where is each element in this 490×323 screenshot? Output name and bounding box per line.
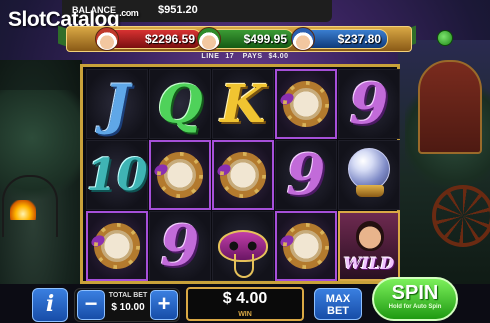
tambourine-icon — [94, 223, 140, 269]
line-pays-info: LINE 17 PAYS $4.00 — [201, 53, 289, 60]
total-bet-label: TOTAL BET — [108, 292, 148, 299]
total-bet-value: $ 10.00 — [111, 302, 145, 313]
win-label: WIN — [238, 311, 252, 318]
symbol-j: J — [104, 72, 130, 136]
settings-dot-icon[interactable] — [437, 30, 453, 46]
info-button[interactable]: i — [32, 288, 68, 322]
spin-label: SPIN — [391, 282, 439, 304]
tambourine-icon — [157, 152, 203, 198]
symbol-k: K — [220, 73, 266, 135]
jackpot-blue-value: $237.80 — [337, 32, 381, 46]
symbol-q: Q — [157, 73, 203, 135]
max-bet-button[interactable]: MAX BET — [314, 288, 362, 320]
reel-1-row-3 — [86, 211, 148, 281]
symbol-9: 9 — [349, 71, 389, 137]
bet-increase-button[interactable]: + — [150, 290, 178, 320]
gypsy-wagon — [418, 60, 482, 154]
auto-spin-hint: Hold for Auto Spin — [388, 304, 442, 310]
mask-icon — [218, 230, 268, 278]
gnome-red-icon — [95, 27, 119, 51]
win-value: $ 4.00 — [222, 290, 268, 307]
reel-3-row-2 — [212, 140, 274, 210]
reel-4-row-1 — [275, 69, 337, 139]
jackpot-green: $499.95 — [197, 27, 294, 51]
jackpot-red: $2296.59 — [95, 27, 202, 51]
symbol-10: 10 — [86, 149, 148, 201]
reel-5-row-2 — [338, 140, 400, 210]
reel-1-row-1: J — [86, 69, 148, 139]
tambourine-icon — [220, 152, 266, 198]
gnome-blue-icon — [291, 27, 315, 51]
reel-5-row-1: 9 — [338, 69, 400, 139]
crystal-ball-stand — [356, 185, 384, 197]
reel-5-row-3-wild: WILD — [338, 211, 400, 281]
symbol-9: 9 — [160, 213, 200, 279]
bet-decrease-button[interactable]: − — [77, 290, 105, 320]
reel-2-row-2 — [149, 140, 211, 210]
symbol-9: 9 — [286, 142, 326, 208]
reel-grid: J 10 Q 9 K 9 9 WILD — [80, 64, 400, 284]
reel-2-row-1: Q — [149, 69, 211, 139]
jackpot-green-value: $499.95 — [243, 32, 287, 46]
wagon-wheel — [432, 185, 490, 247]
wild-label: WILD — [343, 254, 395, 273]
reel-3-row-1: K — [212, 69, 274, 139]
tambourine-icon — [283, 223, 329, 269]
campfire — [10, 200, 36, 220]
crystal-ball-icon — [348, 148, 390, 190]
reel-3-row-3 — [212, 211, 274, 281]
reel-2-row-3: 9 — [149, 211, 211, 281]
jackpot-blue: $237.80 — [291, 27, 388, 51]
reel-4-row-3 — [275, 211, 337, 281]
jackpot-red-value: $2296.59 — [144, 32, 195, 46]
gypsy-woman-icon — [356, 221, 384, 251]
balance-value: $951.20 — [158, 4, 198, 16]
reel-4-row-2: 9 — [275, 140, 337, 210]
gnome-green-icon — [197, 27, 221, 51]
tambourine-icon — [283, 81, 329, 127]
spin-button[interactable]: SPIN Hold for Auto Spin — [372, 277, 458, 321]
reel-1-row-2: 10 — [86, 140, 148, 210]
